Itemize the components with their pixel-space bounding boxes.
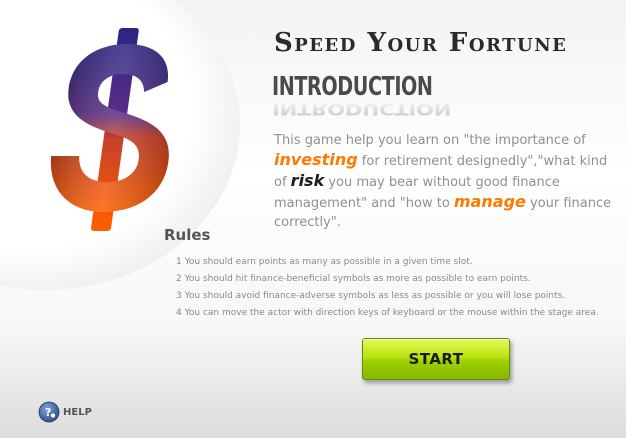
keyword-investing: investing (274, 150, 358, 169)
help-question-icon: ? (38, 401, 60, 423)
dollar-sign-icon (44, 22, 184, 237)
game-stage: Speed Your Fortune INTRODUCTION INTRODUC… (0, 0, 626, 438)
rule-item: 3 You should avoid finance-adverse symbo… (176, 291, 566, 301)
start-button-label: START (408, 350, 464, 368)
rules-title: Rules (164, 226, 211, 244)
game-title: Speed Your Fortune (274, 28, 568, 58)
introduction-heading-reflection: INTRODUCTION (272, 100, 452, 118)
help-button[interactable]: ? HELP (38, 401, 92, 423)
svg-text:?: ? (45, 406, 51, 419)
start-button[interactable]: START (362, 338, 510, 380)
introduction-text: This game help you learn on "the importa… (274, 131, 614, 232)
keyword-risk: risk (290, 171, 325, 190)
rule-item: 1 You should earn points as many as poss… (176, 257, 473, 267)
rule-item: 2 You should hit finance-beneficial symb… (176, 274, 531, 284)
intro-segment: This game help you learn on "the importa… (274, 133, 586, 148)
rule-item: 4 You can move the actor with direction … (176, 308, 599, 318)
keyword-manage: manage (453, 192, 526, 211)
rules-list: 1 You should earn points as many as poss… (176, 254, 599, 322)
introduction-heading: INTRODUCTION (272, 72, 433, 102)
help-button-label: HELP (63, 406, 92, 418)
